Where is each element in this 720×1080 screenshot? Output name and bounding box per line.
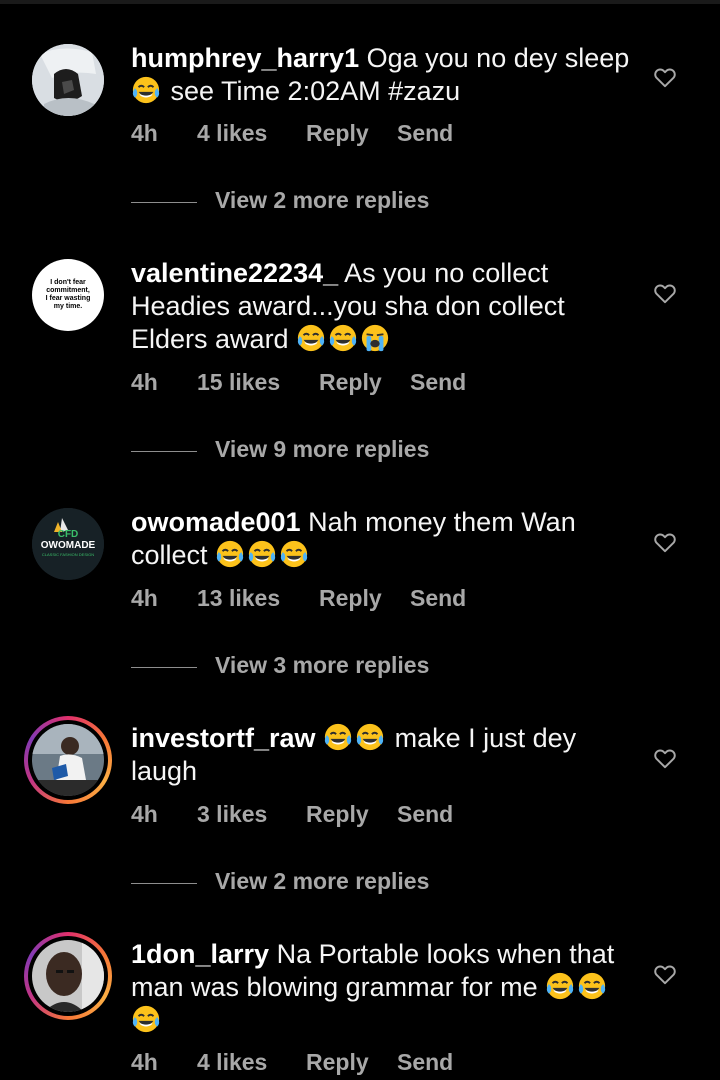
avatar-ring-gap <box>28 936 108 1016</box>
face-with-tears-of-joy-icon <box>547 972 574 1000</box>
comment-item: 1don_larry Na Portable looks when that m… <box>0 0 720 1080</box>
avatar <box>32 940 104 1012</box>
send-button[interactable]: Send <box>397 1049 453 1076</box>
avatar-story-ring[interactable] <box>24 932 112 1020</box>
avatar-photo-icon <box>32 940 104 1012</box>
likes-count[interactable]: 4 likes <box>197 1049 267 1076</box>
comment-body: 1don_larry Na Portable looks when that m… <box>131 938 631 1037</box>
face-with-tears-of-joy-icon <box>579 972 606 1000</box>
heart-icon[interactable] <box>652 961 678 987</box>
face-with-tears-of-joy-icon <box>132 1005 160 1033</box>
comment-username[interactable]: 1don_larry <box>131 939 269 969</box>
reply-button[interactable]: Reply <box>306 1049 369 1076</box>
comment-time: 4h <box>131 1049 158 1075</box>
